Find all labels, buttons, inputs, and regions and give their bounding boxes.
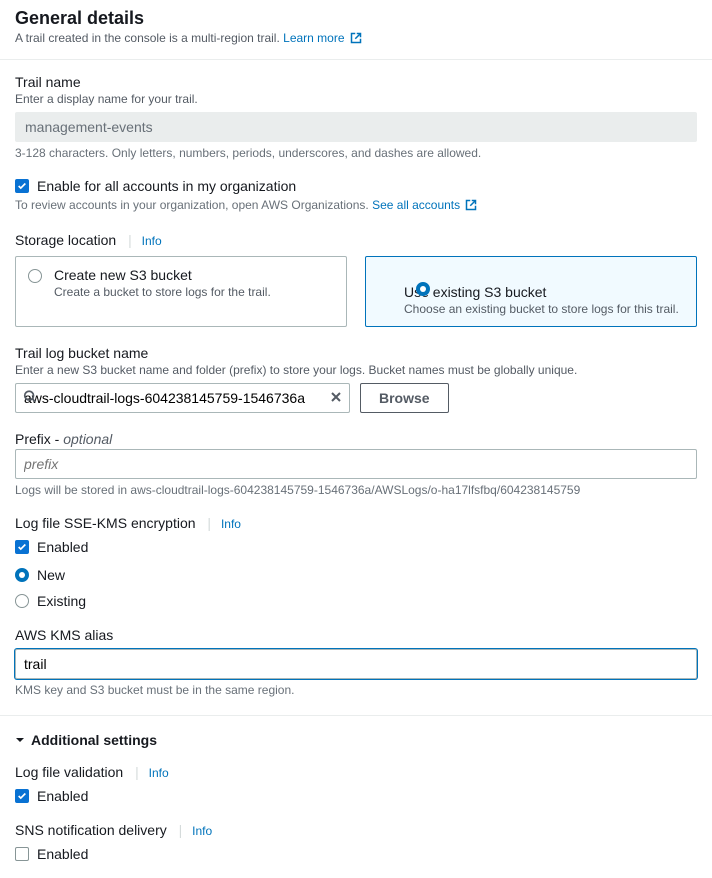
sns-label: SNS notification delivery	[15, 822, 167, 838]
sns-field: SNS notification delivery | Info Enabled	[15, 822, 697, 862]
browse-button[interactable]: Browse	[360, 383, 449, 413]
prefix-field: Prefix - optional Logs will be stored in…	[15, 431, 697, 497]
sse-info-link[interactable]: Info	[221, 517, 241, 531]
sns-enabled-checkbox[interactable]	[15, 847, 29, 861]
trail-name-label: Trail name	[15, 74, 697, 90]
kms-alias-field: AWS KMS alias KMS key and S3 bucket must…	[15, 627, 697, 697]
sns-enabled-label: Enabled	[37, 846, 88, 862]
bucket-label: Trail log bucket name	[15, 345, 697, 361]
clear-icon[interactable]	[330, 390, 342, 406]
sse-enabled-label: Enabled	[37, 539, 88, 555]
prefix-label-optional: optional	[63, 431, 112, 447]
external-link-icon	[350, 32, 362, 47]
external-link-icon	[465, 199, 477, 214]
trail-name-field: Trail name Enter a display name for your…	[15, 74, 697, 160]
sns-info-link[interactable]: Info	[192, 824, 212, 838]
validation-label: Log file validation	[15, 764, 123, 780]
divider	[0, 715, 712, 716]
storage-location-field: Storage location | Info Create new S3 bu…	[15, 232, 697, 327]
learn-more-link[interactable]: Learn more	[283, 31, 362, 45]
trail-name-hint: 3-128 characters. Only letters, numbers,…	[15, 146, 697, 160]
page-title: General details	[15, 8, 697, 29]
prefix-label-left: Prefix -	[15, 431, 63, 447]
section-header: General details A trail created in the c…	[0, 0, 712, 60]
bucket-desc: Enter a new S3 bucket name and folder (p…	[15, 363, 697, 377]
radio-kms-new[interactable]	[15, 568, 29, 582]
radio-existing-bucket[interactable]	[416, 282, 430, 296]
sse-enabled-checkbox[interactable]	[15, 540, 29, 554]
validation-enabled-checkbox[interactable]	[15, 789, 29, 803]
additional-title: Additional settings	[31, 732, 157, 748]
header-desc-text: A trail created in the console is a mult…	[15, 31, 280, 45]
create-bucket-desc: Create a bucket to store logs for the tr…	[54, 285, 334, 299]
create-bucket-title: Create new S3 bucket	[54, 267, 334, 283]
sse-label: Log file SSE-KMS encryption	[15, 515, 196, 531]
bucket-name-input[interactable]	[15, 383, 350, 413]
kms-alias-input[interactable]	[15, 649, 697, 679]
prefix-input[interactable]	[15, 449, 697, 479]
existing-bucket-title: Use existing S3 bucket	[404, 284, 684, 300]
prefix-hint: Logs will be stored in aws-cloudtrail-lo…	[15, 483, 697, 497]
storage-label: Storage location	[15, 232, 116, 248]
bucket-name-field: Trail log bucket name Enter a new S3 buc…	[15, 345, 697, 413]
sse-kms-field: Log file SSE-KMS encryption | Info Enabl…	[15, 515, 697, 555]
existing-bucket-desc: Choose an existing bucket to store logs …	[404, 302, 684, 316]
kms-existing-label: Existing	[37, 593, 86, 609]
storage-tile-create[interactable]: Create new S3 bucket Create a bucket to …	[15, 256, 347, 327]
radio-kms-existing[interactable]	[15, 594, 29, 608]
storage-info-link[interactable]: Info	[142, 234, 162, 248]
validation-enabled-label: Enabled	[37, 788, 88, 804]
caret-down-icon	[15, 732, 25, 748]
trail-name-value: management-events	[15, 112, 697, 142]
see-all-accounts-link[interactable]: See all accounts	[372, 198, 477, 212]
org-enable-checkbox[interactable]	[15, 179, 29, 193]
radio-create-bucket[interactable]	[28, 269, 42, 283]
kms-label: AWS KMS alias	[15, 627, 697, 643]
org-enable-desc: To review accounts in your organization,…	[15, 198, 372, 212]
additional-settings-toggle[interactable]: Additional settings	[15, 732, 697, 748]
trail-name-desc: Enter a display name for your trail.	[15, 92, 697, 106]
org-enable-field: Enable for all accounts in my organizati…	[15, 178, 697, 214]
org-enable-label: Enable for all accounts in my organizati…	[37, 178, 296, 194]
search-icon	[23, 390, 37, 407]
storage-tile-existing[interactable]: Use existing S3 bucket Choose an existin…	[365, 256, 697, 327]
kms-hint: KMS key and S3 bucket must be in the sam…	[15, 683, 697, 697]
log-validation-field: Log file validation | Info Enabled	[15, 764, 697, 804]
kms-source-field: New Existing	[15, 567, 697, 609]
validation-info-link[interactable]: Info	[149, 766, 169, 780]
kms-new-label: New	[37, 567, 65, 583]
